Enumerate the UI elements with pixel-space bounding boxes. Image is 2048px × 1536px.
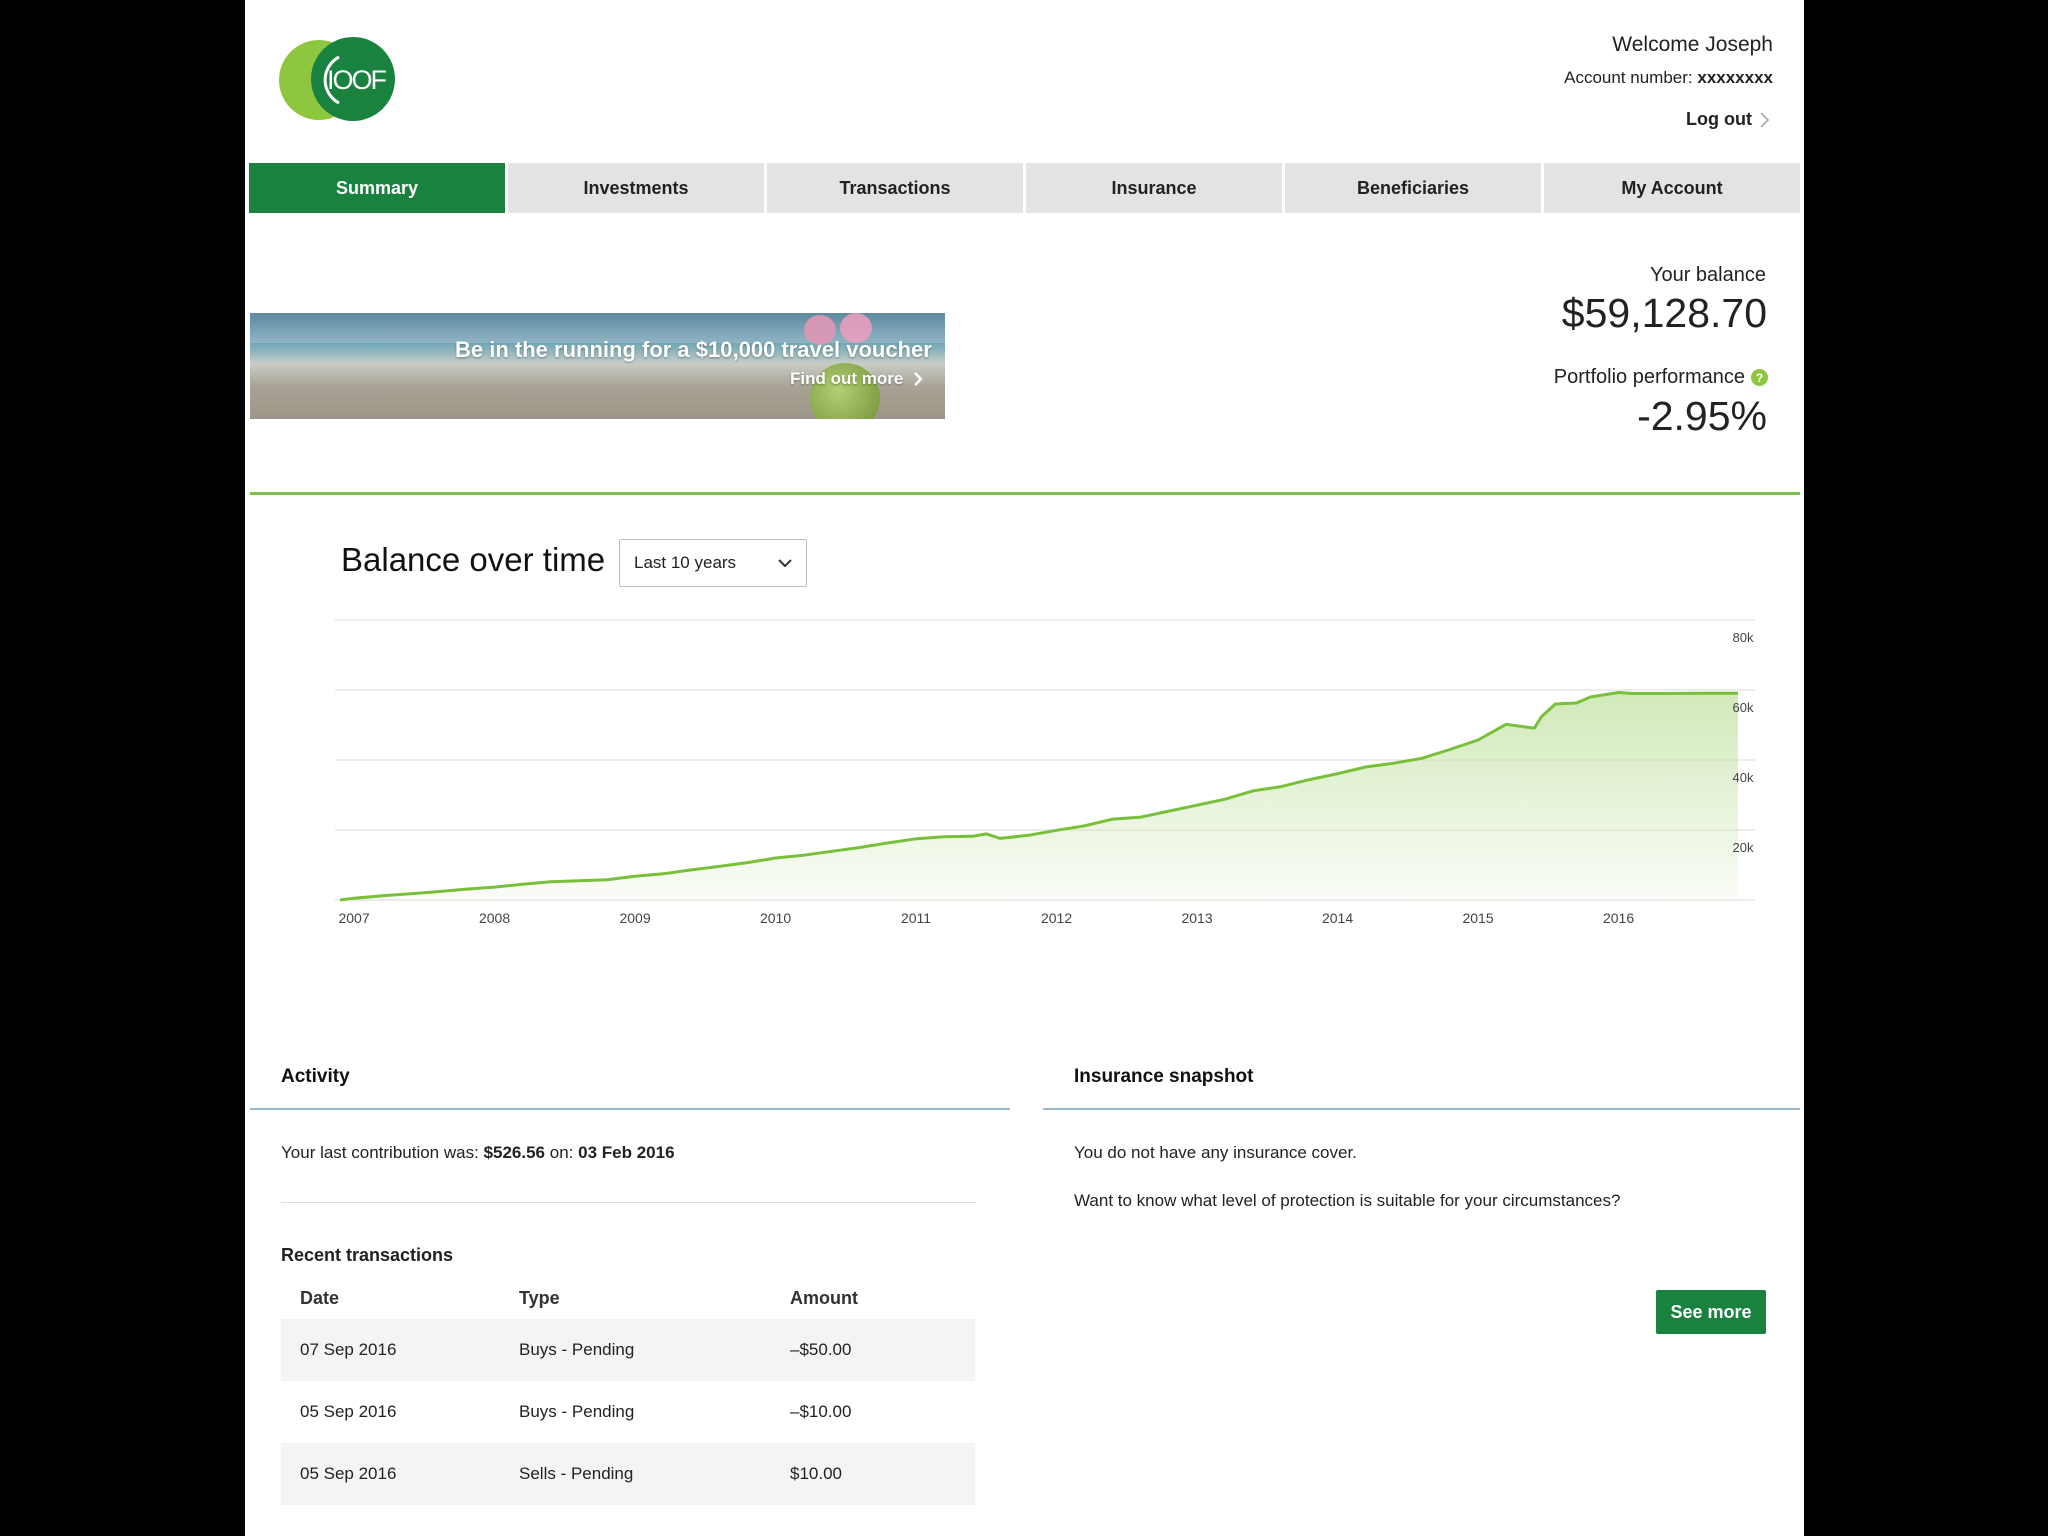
account-number-value: xxxxxxxx [1697, 68, 1773, 87]
insurance-prompt: Want to know what level of protection is… [1074, 1191, 1621, 1210]
row-type: Sells - Pending [519, 1464, 634, 1483]
row-amount: –$50.00 [790, 1340, 852, 1359]
column-header-type: Type [519, 1287, 560, 1308]
x-tick-label: 2012 [1041, 910, 1072, 926]
x-tick-label: 2015 [1462, 910, 1493, 926]
recent-transactions-title: Recent transactions [281, 1245, 454, 1265]
x-tick-label: 2008 [479, 910, 510, 926]
banner-cta[interactable]: Find out more [790, 369, 924, 389]
balance-value: $59,128.70 [1561, 290, 1767, 336]
table-header: Date Type Amount [281, 1277, 975, 1319]
table-row[interactable]: 07 Sep 2016 Buys - Pending –$50.00 [281, 1319, 975, 1381]
x-tick-label: 2009 [619, 910, 650, 926]
y-tick-label: 40k [1733, 770, 1754, 785]
chart-title: Balance over time [341, 541, 606, 578]
divider [1043, 1108, 1800, 1110]
performance-label-text: Portfolio performance [1553, 366, 1745, 388]
performance-label: Portfolio performance ? [1554, 366, 1768, 389]
x-tick-label: 2013 [1181, 910, 1212, 926]
ioof-logo[interactable]: IOOF [279, 37, 397, 123]
balance-label: Your balance [1649, 264, 1766, 286]
x-tick-label: 2016 [1603, 910, 1634, 926]
balance-chart: 2007 2008 2009 2010 2011 2012 2013 2014 2015 2016… [335, 619, 1755, 926]
tab-investments[interactable]: Investments [508, 163, 764, 213]
divider [250, 1108, 1010, 1110]
table-row[interactable]: 05 Sep 2016 Sells - Pending $10.00 [281, 1443, 975, 1505]
row-date: 05 Sep 2016 [300, 1464, 397, 1483]
range-select[interactable]: Last 10 years [619, 539, 807, 587]
see-more-button[interactable]: See more [1656, 1290, 1766, 1334]
row-amount: –$10.00 [790, 1402, 852, 1421]
x-tick-label: 2014 [1322, 910, 1353, 926]
chevron-down-icon [778, 558, 792, 567]
performance-value: -2.95% [1637, 393, 1767, 439]
column-header-date: Date [300, 1287, 340, 1308]
range-select-value: Last 10 years [634, 553, 737, 572]
insurance-status: You do not have any insurance cover. [1074, 1143, 1357, 1162]
y-tick-label: 60k [1733, 700, 1754, 715]
chevron-right-icon [914, 372, 924, 386]
page: IOOF Welcome Joseph Account number: xxxx… [245, 0, 1804, 1536]
x-tick-label: 2011 [901, 910, 931, 926]
account-label: Account number: [1564, 68, 1693, 87]
row-type: Buys - Pending [519, 1340, 635, 1359]
main-nav: Summary Investments Transactions Insuran… [249, 163, 1800, 213]
promo-banner[interactable]: Be in the running for a $10,000 travel v… [250, 313, 945, 419]
area-fill [340, 692, 1738, 900]
help-icon[interactable]: ? [1751, 369, 1768, 386]
logo-text: IOOF [327, 65, 387, 95]
banner-title: Be in the running for a $10,000 travel v… [455, 337, 932, 362]
tab-my-account[interactable]: My Account [1544, 163, 1800, 213]
contribution-date: 03 Feb 2016 [578, 1143, 675, 1162]
divider [250, 492, 1800, 495]
tab-transactions[interactable]: Transactions [767, 163, 1023, 213]
table-row[interactable]: 05 Sep 2016 Buys - Pending –$10.00 [281, 1381, 975, 1443]
row-date: 05 Sep 2016 [300, 1402, 397, 1421]
contribution-amount: $526.56 [483, 1143, 546, 1162]
tab-insurance[interactable]: Insurance [1026, 163, 1282, 213]
row-date: 07 Sep 2016 [300, 1340, 397, 1359]
contribution-on: on: [549, 1143, 574, 1162]
row-amount: $10.00 [790, 1464, 842, 1483]
chevron-right-icon [1760, 111, 1769, 128]
logout-link[interactable]: Log out [1686, 109, 1769, 130]
y-tick-label: 80k [1733, 630, 1754, 645]
tab-beneficiaries[interactable]: Beneficiaries [1285, 163, 1541, 213]
x-tick-label: 2010 [760, 910, 791, 926]
row-type: Buys - Pending [519, 1402, 635, 1421]
banner-cta-label: Find out more [790, 369, 904, 388]
x-tick-label: 2007 [338, 910, 369, 926]
y-tick-label: 20k [1733, 840, 1754, 855]
account-number: Account number: xxxxxxxx [1564, 68, 1773, 88]
welcome-text: Welcome Joseph [1612, 33, 1773, 56]
logout-label: Log out [1686, 109, 1752, 129]
tab-summary[interactable]: Summary [249, 163, 505, 213]
transactions-table: Date Type Amount 07 Sep 2016 Buys - Pend… [281, 1277, 975, 1505]
activity-title: Activity [281, 1066, 350, 1087]
column-header-amount: Amount [790, 1287, 858, 1308]
insurance-title: Insurance snapshot [1074, 1066, 1254, 1087]
last-contribution: Your last contribution was: $526.56 on: … [281, 1143, 675, 1163]
contribution-prefix: Your last contribution was: [281, 1143, 479, 1162]
divider [281, 1202, 976, 1203]
